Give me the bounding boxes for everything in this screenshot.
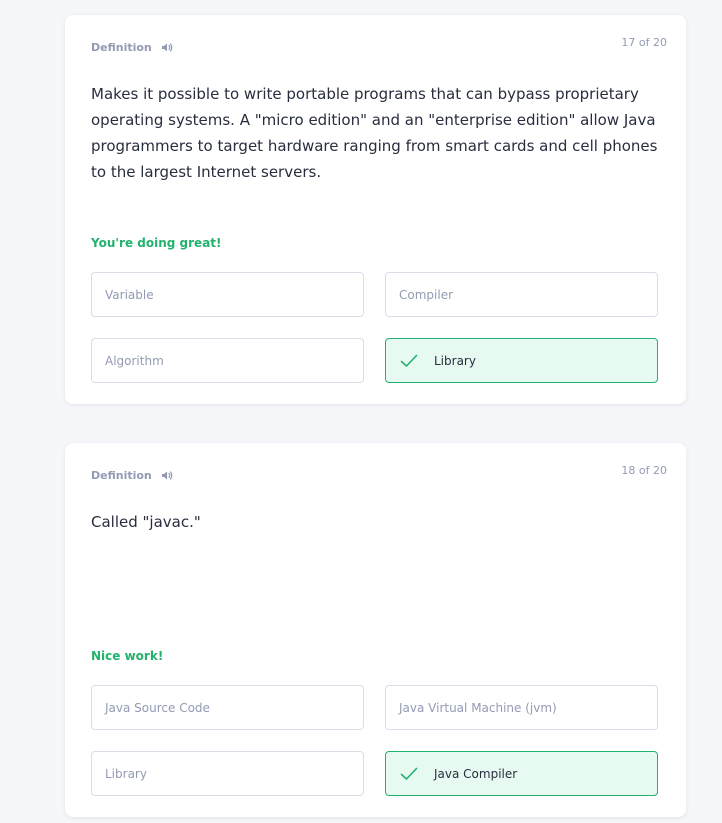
flashcard-question-18: Definition 18 of 20 Called "javac." Nice…	[65, 443, 686, 817]
term-type-label: Definition	[91, 469, 152, 482]
answer-option-label: Java Virtual Machine (jvm)	[399, 700, 557, 715]
answer-option-compiler[interactable]: Compiler	[385, 272, 658, 317]
answer-option-label: Algorithm	[105, 353, 164, 368]
answer-option-variable[interactable]: Variable	[91, 272, 364, 317]
answer-option-java-compiler-correct[interactable]: Java Compiler	[385, 751, 658, 796]
answer-option-label: Library	[434, 353, 476, 368]
answer-option-label: Java Source Code	[105, 700, 210, 715]
checkmark-icon	[400, 354, 418, 368]
answer-option-label: Variable	[105, 287, 154, 302]
card-header: Definition	[91, 469, 173, 482]
question-counter: 18 of 20	[621, 464, 667, 477]
speaker-icon[interactable]	[161, 42, 173, 53]
answer-option-label: Compiler	[399, 287, 454, 302]
answer-option-library[interactable]: Library	[91, 751, 364, 796]
card-header: Definition	[91, 41, 173, 54]
answer-option-java-virtual-machine[interactable]: Java Virtual Machine (jvm)	[385, 685, 658, 730]
question-counter: 17 of 20	[621, 36, 667, 49]
term-type-label: Definition	[91, 41, 152, 54]
answer-option-library-correct[interactable]: Library	[385, 338, 658, 383]
flashcard-question-17: Definition 17 of 20 Makes it possible to…	[65, 15, 686, 404]
answer-option-label: Java Compiler	[434, 766, 518, 781]
answer-option-algorithm[interactable]: Algorithm	[91, 338, 364, 383]
definition-text: Called "javac."	[91, 513, 201, 531]
feedback-message: You're doing great!	[91, 236, 222, 250]
definition-text: Makes it possible to write portable prog…	[91, 85, 658, 181]
speaker-icon[interactable]	[161, 470, 173, 481]
answer-option-label: Library	[105, 766, 147, 781]
checkmark-icon	[400, 767, 418, 781]
feedback-message: Nice work!	[91, 649, 164, 663]
answer-option-java-source-code[interactable]: Java Source Code	[91, 685, 364, 730]
